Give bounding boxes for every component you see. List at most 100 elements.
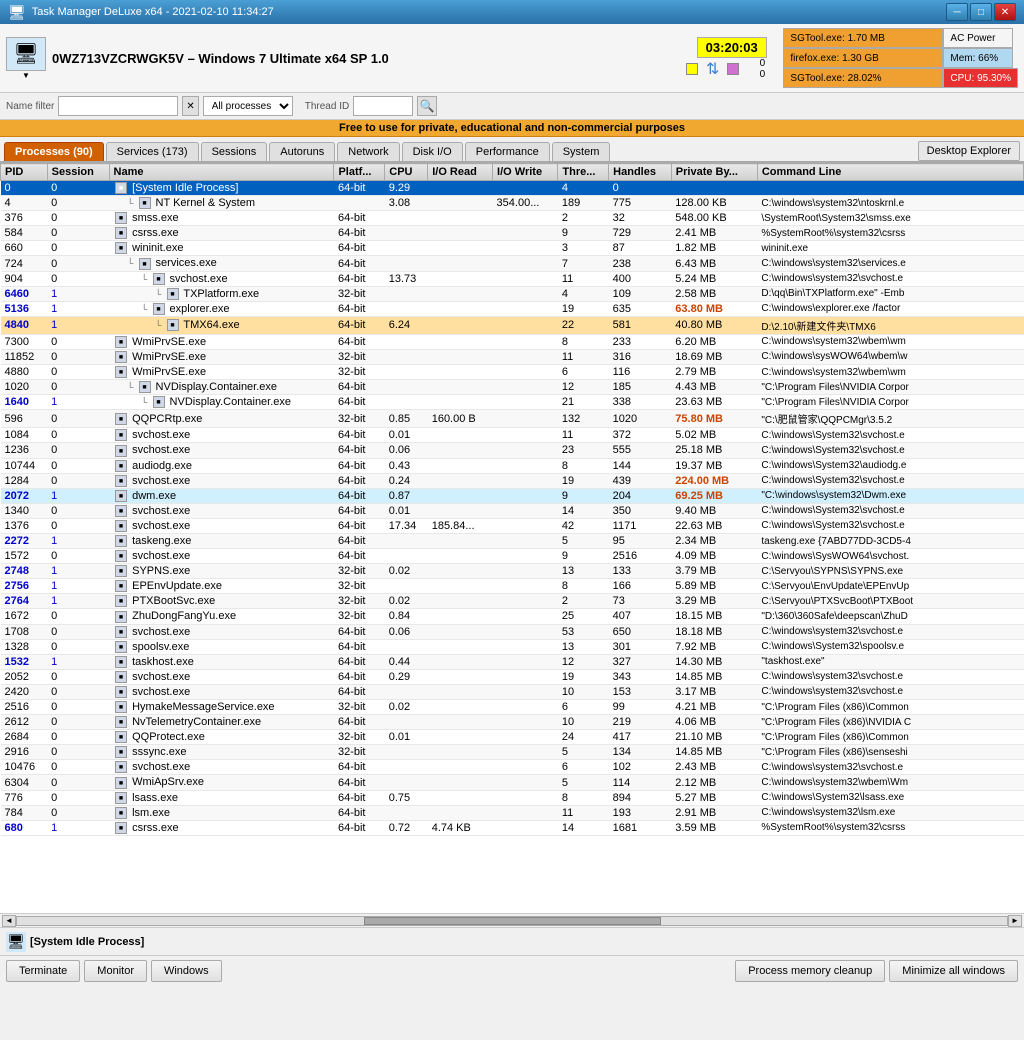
col-private-bytes[interactable]: Private By... [671, 164, 757, 181]
name-filter-input[interactable] [58, 96, 178, 116]
table-row[interactable]: 2748 1 ■ SYPNS.exe 32-bit 0.02 13 133 3.… [1, 564, 1024, 579]
cell-pid: 724 [1, 256, 48, 271]
table-row[interactable]: 904 0 └ ■ svchost.exe 64-bit 13.73 11 40… [1, 271, 1024, 286]
col-cpu[interactable]: CPU [385, 164, 428, 181]
cell-handles: 144 [609, 458, 672, 473]
table-row[interactable]: 2916 0 ■ sssync.exe 32-bit 5 134 14.85 M… [1, 745, 1024, 760]
cell-cpu [385, 775, 428, 790]
table-row[interactable]: 4840 1 └ ■ TMX64.exe 64-bit 6.24 22 581 … [1, 316, 1024, 334]
table-row[interactable]: 776 0 ■ lsass.exe 64-bit 0.75 8 894 5.27… [1, 790, 1024, 805]
table-row[interactable]: 2516 0 ■ HymakeMessageService.exe 32-bit… [1, 700, 1024, 715]
minimize-all-button[interactable]: Minimize all windows [889, 960, 1018, 982]
col-io-write[interactable]: I/O Write [493, 164, 558, 181]
col-handles[interactable]: Handles [609, 164, 672, 181]
monitor-button[interactable]: Monitor [84, 960, 147, 982]
cell-cmdline: C:\windows\System32\svchost.e [757, 473, 1023, 488]
scroll-right-button[interactable]: ► [1008, 915, 1022, 927]
windows-button[interactable]: Windows [151, 960, 222, 982]
col-name[interactable]: Name [109, 164, 334, 181]
scroll-thumb[interactable] [364, 917, 661, 925]
avatar-dropdown-arrow[interactable]: ▼ [22, 71, 30, 80]
table-row[interactable]: 7300 0 ■ WmiPrvSE.exe 64-bit 8 233 6.20 … [1, 334, 1024, 349]
col-platform[interactable]: Platf... [334, 164, 385, 181]
scroll-left-button[interactable]: ◄ [2, 915, 16, 927]
cell-threads: 10 [558, 684, 609, 699]
cell-cmdline: D:\qq\Bin\TXPlatform.exe" -Emb [757, 286, 1023, 301]
table-row[interactable]: 1708 0 ■ svchost.exe 64-bit 0.06 53 650 … [1, 624, 1024, 639]
tab-processes[interactable]: Processes (90) [4, 142, 104, 161]
table-row[interactable]: 2072 1 ■ dwm.exe 64-bit 0.87 9 204 69.25… [1, 488, 1024, 503]
sgtool-mem-row: SGTool.exe: 1.70 MB AC Power [783, 28, 1018, 48]
cell-private-bytes: 4.09 MB [671, 549, 757, 564]
table-row[interactable]: 1236 0 ■ svchost.exe 64-bit 0.06 23 555 … [1, 443, 1024, 458]
cell-name: ■ csrss.exe [109, 820, 334, 835]
cell-io-read [428, 533, 493, 548]
close-button[interactable]: ✕ [994, 3, 1016, 21]
col-cmdline[interactable]: Command Line [757, 164, 1023, 181]
process-filter-dropdown[interactable]: All processes [203, 96, 293, 116]
cell-io-write [493, 256, 558, 271]
tab-autoruns[interactable]: Autoruns [269, 142, 335, 161]
table-row[interactable]: 6460 1 └ ■ TXPlatform.exe 32-bit 4 109 2… [1, 286, 1024, 301]
table-row[interactable]: 724 0 └ ■ services.exe 64-bit 7 238 6.43… [1, 256, 1024, 271]
table-row[interactable]: 0 0 ■ [System Idle Process] 64-bit 9.29 … [1, 181, 1024, 196]
col-session[interactable]: Session [47, 164, 109, 181]
minimize-button[interactable]: ─ [946, 3, 968, 21]
table-row[interactable]: 2764 1 ■ PTXBootSvc.exe 32-bit 0.02 2 73… [1, 594, 1024, 609]
col-pid[interactable]: PID [1, 164, 48, 181]
desktop-explorer-button[interactable]: Desktop Explorer [918, 141, 1020, 161]
cell-cpu: 0.44 [385, 654, 428, 669]
name-filter-clear-button[interactable]: ✕ [182, 96, 198, 116]
table-row[interactable]: 2756 1 ■ EPEnvUpdate.exe 32-bit 8 166 5.… [1, 579, 1024, 594]
table-row[interactable]: 1572 0 ■ svchost.exe 64-bit 9 2516 4.09 … [1, 549, 1024, 564]
table-row[interactable]: 2420 0 ■ svchost.exe 64-bit 10 153 3.17 … [1, 684, 1024, 699]
table-row[interactable]: 1020 0 └ ■ NVDisplay.Container.exe 64-bi… [1, 380, 1024, 395]
table-row[interactable]: 376 0 ■ smss.exe 64-bit 2 32 548.00 KB \… [1, 211, 1024, 226]
cell-private-bytes: 40.80 MB [671, 316, 757, 334]
table-row[interactable]: 10744 0 ■ audiodg.exe 64-bit 0.43 8 144 … [1, 458, 1024, 473]
table-row[interactable]: 784 0 ■ lsm.exe 64-bit 11 193 2.91 MB C:… [1, 805, 1024, 820]
table-row[interactable]: 596 0 ■ QQPCRtp.exe 32-bit 0.85 160.00 B… [1, 410, 1024, 428]
tab-performance[interactable]: Performance [465, 142, 550, 161]
table-row[interactable]: 1328 0 ■ spoolsv.exe 64-bit 13 301 7.92 … [1, 639, 1024, 654]
table-row[interactable]: 680 1 ■ csrss.exe 64-bit 0.72 4.74 KB 14… [1, 820, 1024, 835]
table-row[interactable]: 1084 0 ■ svchost.exe 64-bit 0.01 11 372 … [1, 428, 1024, 443]
tab-services[interactable]: Services (173) [106, 142, 199, 161]
tab-diskio[interactable]: Disk I/O [402, 142, 463, 161]
cell-pid: 2072 [1, 488, 48, 503]
thread-id-search-button[interactable]: 🔍 [417, 96, 437, 116]
table-row[interactable]: 2052 0 ■ svchost.exe 64-bit 0.29 19 343 … [1, 669, 1024, 684]
table-row[interactable]: 1532 1 ■ taskhost.exe 64-bit 0.44 12 327… [1, 654, 1024, 669]
table-row[interactable]: 1640 1 └ ■ NVDisplay.Container.exe 64-bi… [1, 395, 1024, 410]
table-row[interactable]: 1376 0 ■ svchost.exe 64-bit 17.34 185.84… [1, 518, 1024, 533]
col-io-read[interactable]: I/O Read [428, 164, 493, 181]
col-threads[interactable]: Thre... [558, 164, 609, 181]
table-row[interactable]: 2272 1 ■ taskeng.exe 64-bit 5 95 2.34 MB… [1, 533, 1024, 548]
cell-private-bytes: 5.89 MB [671, 579, 757, 594]
cell-private-bytes: 21.10 MB [671, 730, 757, 745]
table-row[interactable]: 4880 0 ■ WmiPrvSE.exe 32-bit 6 116 2.79 … [1, 365, 1024, 380]
terminate-button[interactable]: Terminate [6, 960, 80, 982]
table-row[interactable]: 2684 0 ■ QQProtect.exe 32-bit 0.01 24 41… [1, 730, 1024, 745]
maximize-button[interactable]: □ [970, 3, 992, 21]
table-row[interactable]: 5136 1 └ ■ explorer.exe 64-bit 19 635 63… [1, 301, 1024, 316]
sgtool-cpu-row: SGTool.exe: 28.02% CPU: 95.30% [783, 68, 1018, 88]
cell-cmdline: C:\windows\system32\ntoskrnl.e [757, 196, 1023, 211]
thread-id-input[interactable] [353, 96, 413, 116]
table-row[interactable]: 1284 0 ■ svchost.exe 64-bit 0.24 19 439 … [1, 473, 1024, 488]
table-row[interactable]: 4 0 └ ■ NT Kernel & System 3.08 354.00..… [1, 196, 1024, 211]
table-row[interactable]: 1340 0 ■ svchost.exe 64-bit 0.01 14 350 … [1, 503, 1024, 518]
table-row[interactable]: 6304 0 ■ WmiApSrv.exe 64-bit 5 114 2.12 … [1, 775, 1024, 790]
process-table-container[interactable]: PID Session Name Platf... CPU I/O Read I… [0, 163, 1024, 913]
memory-cleanup-button[interactable]: Process memory cleanup [735, 960, 885, 982]
tab-network[interactable]: Network [337, 142, 399, 161]
table-row[interactable]: 584 0 ■ csrss.exe 64-bit 9 729 2.41 MB %… [1, 226, 1024, 241]
table-row[interactable]: 11852 0 ■ WmiPrvSE.exe 32-bit 11 316 18.… [1, 349, 1024, 364]
table-row[interactable]: 1672 0 ■ ZhuDongFangYu.exe 32-bit 0.84 2… [1, 609, 1024, 624]
table-row[interactable]: 660 0 ■ wininit.exe 64-bit 3 87 1.82 MB … [1, 241, 1024, 256]
table-row[interactable]: 10476 0 ■ svchost.exe 64-bit 6 102 2.43 … [1, 760, 1024, 775]
tab-system[interactable]: System [552, 142, 611, 161]
tab-sessions[interactable]: Sessions [201, 142, 268, 161]
horizontal-scrollbar[interactable]: ◄ ► [0, 913, 1024, 927]
table-row[interactable]: 2612 0 ■ NvTelemetryContainer.exe 64-bit… [1, 715, 1024, 730]
